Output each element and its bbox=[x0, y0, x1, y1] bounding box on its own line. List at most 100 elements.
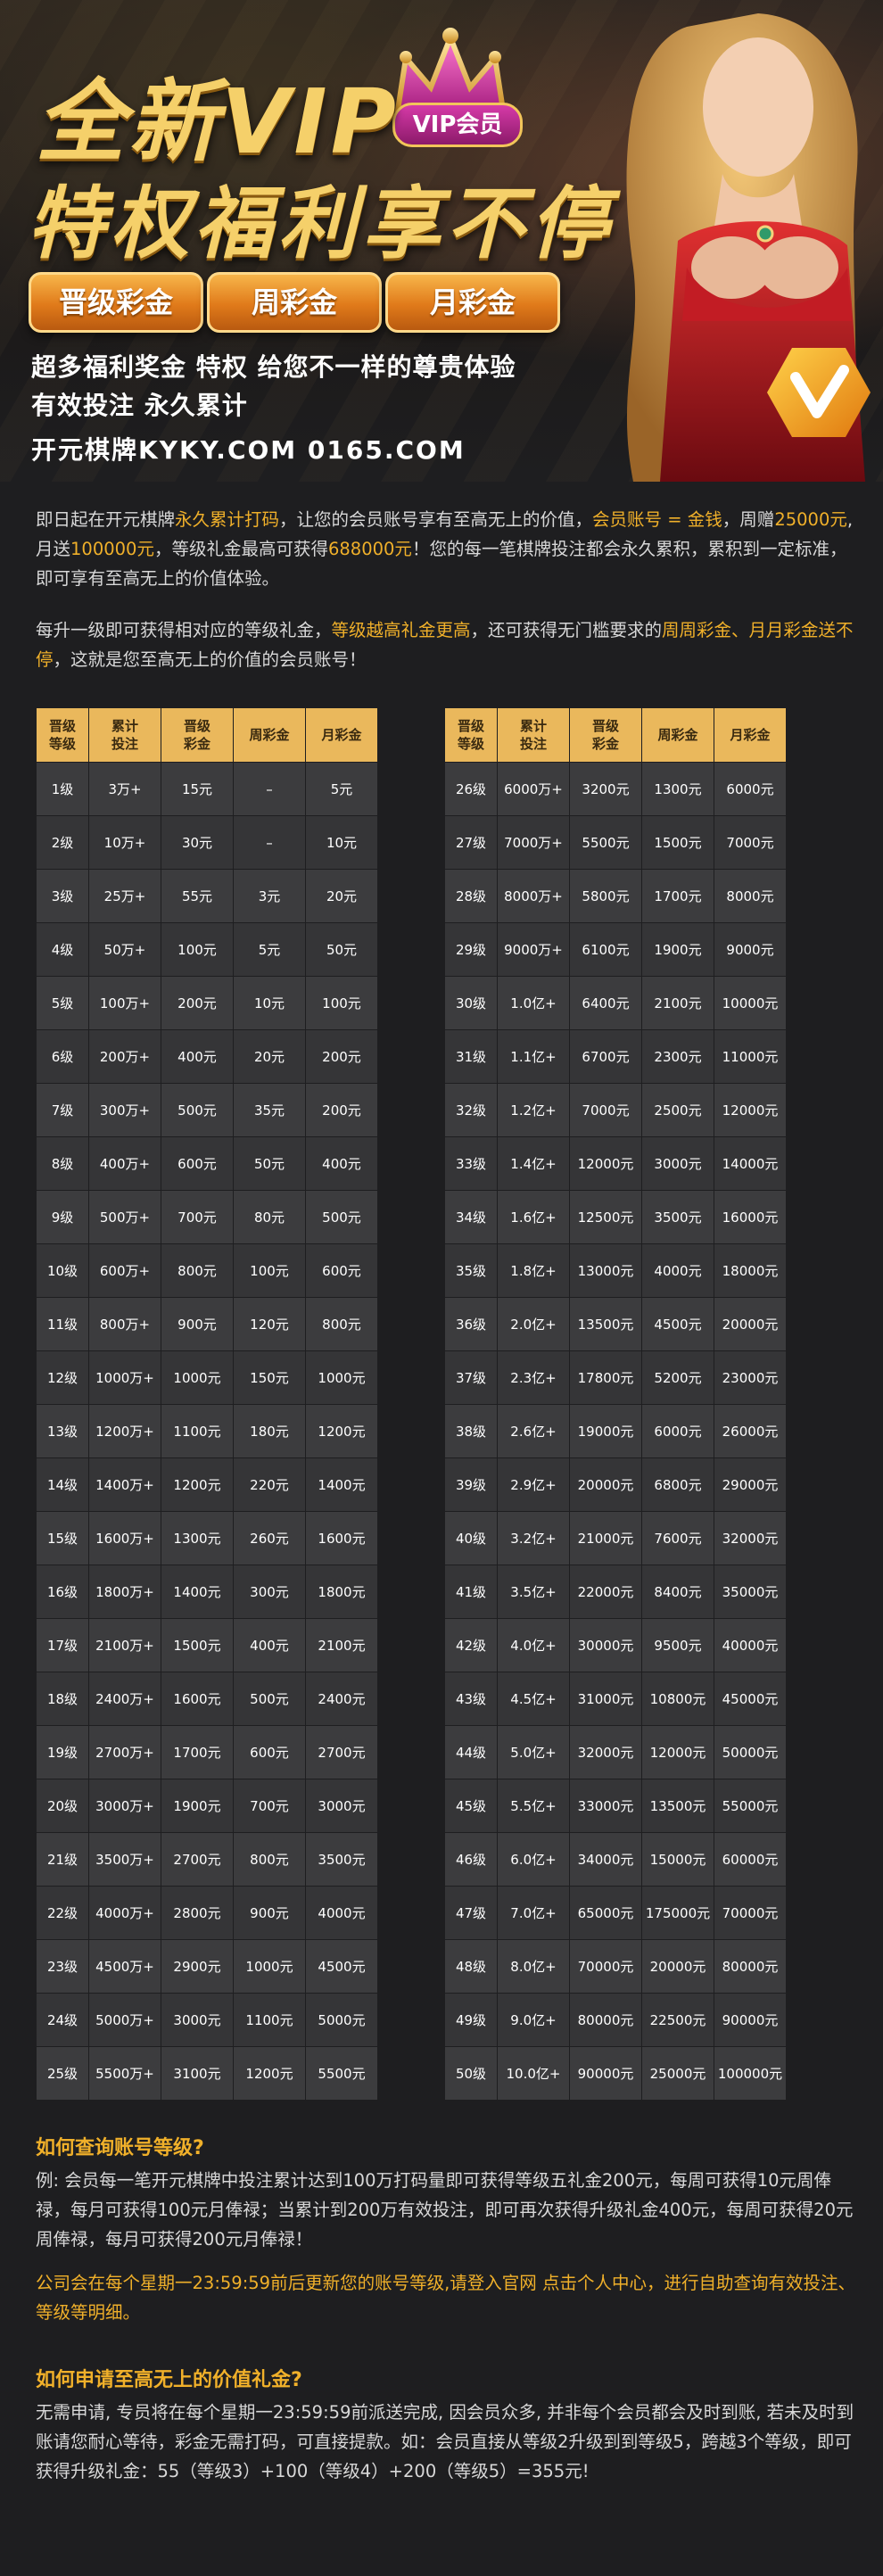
pill-promotion-bonus: 晋级彩金 bbox=[29, 272, 203, 333]
table-row: 49级 9.0亿+ 80000元 22500元 90000元 bbox=[444, 1993, 787, 2047]
cell-monthly-bonus: 11000元 bbox=[714, 1029, 787, 1084]
table-row: 18级 2400万+ 1600元 500元 2400元 bbox=[36, 1672, 378, 1726]
header-accumulated-bets: 累计 投注 bbox=[88, 707, 161, 763]
cell-promotion-bonus: 65000元 bbox=[569, 1886, 642, 1940]
cell-promotion-bonus: 2800元 bbox=[161, 1886, 234, 1940]
cell-accumulated-bets: 25万+ bbox=[88, 869, 161, 923]
cell-level: 1级 bbox=[36, 762, 89, 816]
table-row: 13级 1200万+ 1100元 180元 1200元 bbox=[36, 1404, 378, 1458]
cell-promotion-bonus: 6100元 bbox=[569, 922, 642, 977]
cell-weekly-bonus: 1300元 bbox=[641, 762, 714, 816]
cell-weekly-bonus: 2500元 bbox=[641, 1083, 714, 1137]
cell-level: 23级 bbox=[36, 1939, 89, 1994]
cell-monthly-bonus: 3500元 bbox=[305, 1832, 378, 1887]
header-monthly-bonus: 月彩金 bbox=[305, 707, 378, 763]
cell-level: 15级 bbox=[36, 1511, 89, 1565]
cell-monthly-bonus: 20000元 bbox=[714, 1297, 787, 1351]
cell-accumulated-bets: 2700万+ bbox=[88, 1725, 161, 1779]
table-row: 29级 9000万+ 6100元 1900元 9000元 bbox=[444, 922, 787, 977]
cell-accumulated-bets: 600万+ bbox=[88, 1243, 161, 1298]
hero-subtitle-1: 超多福利奖金 特权 给您不一样的尊贵体验 bbox=[31, 352, 516, 382]
cell-monthly-bonus: 26000元 bbox=[714, 1404, 787, 1458]
cell-weekly-bonus: 22500元 bbox=[641, 1993, 714, 2047]
cell-monthly-bonus: 800元 bbox=[305, 1297, 378, 1351]
cell-accumulated-bets: 1.2亿+ bbox=[497, 1083, 570, 1137]
intro-paragraph-1: 即日起在开元棋牌永久累计打码，让您的会员账号享有至高无上的价值，会员账号 = 金… bbox=[36, 509, 854, 589]
cell-level: 34级 bbox=[444, 1190, 498, 1244]
cell-weekly-bonus: 800元 bbox=[233, 1832, 306, 1887]
faq-answer-2: 无需申请, 专员将在每个星期一23:59:59前派送完成, 因会员众多, 并非每… bbox=[36, 2402, 854, 2481]
cell-promotion-bonus: 700元 bbox=[161, 1190, 234, 1244]
cell-weekly-bonus: 400元 bbox=[233, 1618, 306, 1672]
cell-weekly-bonus: 4000元 bbox=[641, 1243, 714, 1298]
cell-promotion-bonus: 6400元 bbox=[569, 976, 642, 1030]
cell-accumulated-bets: 3500万+ bbox=[88, 1832, 161, 1887]
hero-title-line1: 全新VIP bbox=[36, 70, 400, 174]
cell-promotion-bonus: 600元 bbox=[161, 1136, 234, 1191]
cell-accumulated-bets: 4.5亿+ bbox=[497, 1672, 570, 1726]
cell-weekly-bonus: 3000元 bbox=[641, 1136, 714, 1191]
table-row: 40级 3.2亿+ 21000元 7600元 32000元 bbox=[444, 1511, 787, 1565]
cell-weekly-bonus: 175000元 bbox=[641, 1886, 714, 1940]
cell-level: 25级 bbox=[36, 2046, 89, 2101]
table-row: 47级 7.0亿+ 65000元 175000元 70000元 bbox=[444, 1886, 787, 1940]
hero-site-url: 开元棋牌KYKY.COM 0165.COM bbox=[31, 435, 466, 465]
cell-monthly-bonus: 200元 bbox=[305, 1029, 378, 1084]
cell-weekly-bonus: 80元 bbox=[233, 1190, 306, 1244]
cell-accumulated-bets: 5.0亿+ bbox=[497, 1725, 570, 1779]
cell-monthly-bonus: 1000元 bbox=[305, 1350, 378, 1405]
table-row: 9级 500万+ 700元 80元 500元 bbox=[36, 1190, 378, 1244]
cell-level: 13级 bbox=[36, 1404, 89, 1458]
cell-promotion-bonus: 12500元 bbox=[569, 1190, 642, 1244]
cell-accumulated-bets: 800万+ bbox=[88, 1297, 161, 1351]
table-row: 2级 10万+ 30元 –10元 bbox=[36, 815, 378, 870]
cell-accumulated-bets: 1.1亿+ bbox=[497, 1029, 570, 1084]
cell-level: 9级 bbox=[36, 1190, 89, 1244]
cell-promotion-bonus: 800元 bbox=[161, 1243, 234, 1298]
cell-monthly-bonus: 200元 bbox=[305, 1083, 378, 1137]
cell-level: 30级 bbox=[444, 976, 498, 1030]
cell-accumulated-bets: 1.0亿+ bbox=[497, 976, 570, 1030]
cell-level: 42级 bbox=[444, 1618, 498, 1672]
cell-promotion-bonus: 1600元 bbox=[161, 1672, 234, 1726]
cell-accumulated-bets: 5500万+ bbox=[88, 2046, 161, 2101]
table-row: 17级 2100万+ 1500元 400元 2100元 bbox=[36, 1618, 378, 1672]
table-row: 28级 8000万+ 5800元 1700元 8000元 bbox=[444, 869, 787, 923]
cell-level: 12级 bbox=[36, 1350, 89, 1405]
cell-weekly-bonus: 220元 bbox=[233, 1457, 306, 1512]
cell-monthly-bonus: 2400元 bbox=[305, 1672, 378, 1726]
cell-weekly-bonus: 2100元 bbox=[641, 976, 714, 1030]
cell-weekly-bonus: 50元 bbox=[233, 1136, 306, 1191]
cell-weekly-bonus: 1900元 bbox=[641, 922, 714, 977]
cell-monthly-bonus: 2100元 bbox=[305, 1618, 378, 1672]
cell-monthly-bonus: 9000元 bbox=[714, 922, 787, 977]
cell-level: 2级 bbox=[36, 815, 89, 870]
cell-monthly-bonus: 4000元 bbox=[305, 1886, 378, 1940]
table-row: 11级 800万+ 900元 120元 800元 bbox=[36, 1297, 378, 1351]
cell-accumulated-bets: 8.0亿+ bbox=[497, 1939, 570, 1994]
cell-promotion-bonus: 22000元 bbox=[569, 1565, 642, 1619]
cell-weekly-bonus: 120元 bbox=[233, 1297, 306, 1351]
table-row: 36级 2.0亿+ 13500元 4500元 20000元 bbox=[444, 1297, 787, 1351]
table-row: 27级 7000万+ 5500元 1500元 7000元 bbox=[444, 815, 787, 870]
cell-promotion-bonus: 33000元 bbox=[569, 1779, 642, 1833]
cell-monthly-bonus: 18000元 bbox=[714, 1243, 787, 1298]
cell-weekly-bonus: 10800元 bbox=[641, 1672, 714, 1726]
table-row: 34级 1.6亿+ 12500元 3500元 16000元 bbox=[444, 1190, 787, 1244]
cell-monthly-bonus: 40000元 bbox=[714, 1618, 787, 1672]
cell-weekly-bonus: 8400元 bbox=[641, 1565, 714, 1619]
cell-promotion-bonus: 2700元 bbox=[161, 1832, 234, 1887]
cell-level: 49级 bbox=[444, 1993, 498, 2047]
table-row: 33级 1.4亿+ 12000元 3000元 14000元 bbox=[444, 1136, 787, 1191]
cell-weekly-bonus: 25000元 bbox=[641, 2046, 714, 2101]
cell-monthly-bonus: 1400元 bbox=[305, 1457, 378, 1512]
cell-promotion-bonus: 5800元 bbox=[569, 869, 642, 923]
cell-accumulated-bets: 6000万+ bbox=[497, 762, 570, 816]
table-row: 41级 3.5亿+ 22000元 8400元 35000元 bbox=[444, 1565, 787, 1619]
vip-level-table-left: 晋级 等级 累计 投注 晋级 彩金 周彩金 月彩金 1级 3万+ 15元 –5元 2级 10万+… bbox=[36, 707, 378, 2101]
cell-accumulated-bets: 10.0亿+ bbox=[497, 2046, 570, 2101]
cell-weekly-bonus: 3元 bbox=[233, 869, 306, 923]
cell-promotion-bonus: 21000元 bbox=[569, 1511, 642, 1565]
cell-level: 50级 bbox=[444, 2046, 498, 2101]
cell-accumulated-bets: 7.0亿+ bbox=[497, 1886, 570, 1940]
